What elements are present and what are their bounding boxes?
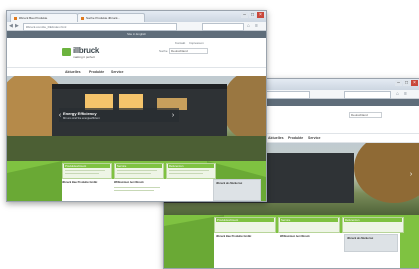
title-bar: illbruck Bau Produkte Suche Produkte ill… xyxy=(7,11,266,23)
logo-tagline: making it perfect xyxy=(73,55,96,59)
roof-line xyxy=(52,84,227,89)
hero-caption-subtitle: Mit uns sind Sie energieeffizient xyxy=(63,117,100,120)
teaser-box-title: Referenzen xyxy=(344,218,402,222)
header-link-kontakt[interactable]: Kontakt xyxy=(175,41,185,45)
info-box: illbruck als Marke bei xyxy=(213,179,261,201)
site-favicon-icon xyxy=(81,16,84,20)
teaser-box-3[interactable]: Referenzen xyxy=(342,217,404,233)
text-line xyxy=(117,173,151,174)
hero-image: Energy Efficiency Mit uns sind Sie energ… xyxy=(7,76,266,161)
menu-icon[interactable]: ≡ xyxy=(404,91,407,97)
teaser-box-3[interactable]: Referenzen xyxy=(166,163,216,179)
teaser-box-title: Referenzen xyxy=(168,164,214,168)
browser-window-front[interactable]: illbruck Bau Produkte Suche Produkte ill… xyxy=(6,10,267,202)
utility-bar: Site in English xyxy=(7,31,266,38)
text-line xyxy=(65,173,99,174)
teaser-box-title: Service xyxy=(116,164,162,168)
teaser-box-1[interactable]: Produktsortiment xyxy=(62,163,112,179)
autumn-tree xyxy=(222,76,266,141)
teaser-box-2[interactable]: Service xyxy=(114,163,164,179)
minimize-button[interactable]: – xyxy=(241,12,248,18)
lower-content: illbruck Bau Produkte GmbH Willkommen be… xyxy=(214,233,400,268)
maximize-button[interactable]: □ xyxy=(403,80,410,86)
lower-mid-title: Willkommen bei illbruck xyxy=(114,181,144,184)
lower-content: illbruck Bau Produkte GmbH Willkommen be… xyxy=(62,179,216,201)
lower-left-title: illbruck Bau Produkte GmbH xyxy=(62,181,98,184)
navigation-bar: ◀ ▶ illbruck.com/de_DE/index.html ⌂ ≡ xyxy=(7,22,266,31)
logo-mark-icon xyxy=(62,48,71,56)
country-select[interactable]: Deutschland xyxy=(169,48,208,54)
nav-item-service[interactable]: Service xyxy=(111,68,123,76)
hero-caption: Energy Efficiency Mit uns sind Sie energ… xyxy=(59,108,179,122)
menu-icon[interactable]: ≡ xyxy=(255,23,258,29)
teaser-box-title: Service xyxy=(280,218,338,222)
next-arrow-icon[interactable]: › xyxy=(170,111,176,120)
search-label: Suche xyxy=(159,49,168,53)
country-select[interactable]: Deutschland xyxy=(349,112,382,118)
prev-arrow-icon[interactable]: ‹ xyxy=(57,111,63,120)
tab-label: illbruck Bau Produkte xyxy=(19,16,48,20)
info-box: illbruck als Marke bei xyxy=(344,234,398,252)
home-icon[interactable]: ⌂ xyxy=(247,23,250,29)
lower-left-title: illbruck Bau Produkte GmbH xyxy=(216,235,252,238)
utility-bar-text[interactable]: Site in English xyxy=(7,31,266,38)
minimize-button[interactable]: – xyxy=(395,80,402,86)
next-arrow-icon[interactable]: › xyxy=(408,170,414,179)
teaser-box-title: Produktsortiment xyxy=(216,218,274,222)
tab-label: Suche Produkte illbruck... xyxy=(86,16,121,20)
text-line xyxy=(169,170,209,171)
web-page: Site in English illbruck making it perfe… xyxy=(7,31,266,201)
teaser-box-title: Produktsortiment xyxy=(64,164,110,168)
text-line xyxy=(169,173,203,174)
text-line xyxy=(114,190,154,191)
text-line xyxy=(65,170,105,171)
hero-caption-title: Energy Efficiency xyxy=(63,111,97,116)
nav-item-aktuelles[interactable]: Aktuelles xyxy=(65,68,81,76)
window-controls: – □ × xyxy=(241,12,264,18)
lawn xyxy=(7,136,266,161)
nav-item-produkte[interactable]: Produkte xyxy=(288,134,303,142)
logo-text: illbruck xyxy=(73,46,100,55)
text-line xyxy=(114,187,160,188)
forward-arrow-icon[interactable]: ▶ xyxy=(15,23,19,29)
close-button[interactable]: × xyxy=(411,80,418,86)
nav-item-produkte[interactable]: Produkte xyxy=(89,68,104,76)
info-box-title: illbruck als Marke bei xyxy=(347,237,374,240)
teaser-box-1[interactable]: Produktsortiment xyxy=(214,217,276,233)
nav-item-aktuelles[interactable]: Aktuelles xyxy=(268,134,284,142)
address-bar[interactable]: illbruck.com/de_DE/index.html xyxy=(23,23,177,31)
text-line xyxy=(117,170,157,171)
close-button[interactable]: × xyxy=(257,12,264,18)
site-header: illbruck making it perfect Kontakt Impre… xyxy=(7,38,266,67)
teaser-box-2[interactable]: Service xyxy=(278,217,340,233)
header-link-impressum[interactable]: Impressum xyxy=(189,41,204,45)
home-icon[interactable]: ⌂ xyxy=(396,91,399,97)
nav-item-service[interactable]: Service xyxy=(308,134,320,142)
lower-mid-title: Willkommen bei illbruck xyxy=(280,235,310,238)
info-box-title: illbruck als Marke bei xyxy=(216,182,243,185)
search-field[interactable] xyxy=(202,23,244,31)
back-arrow-icon[interactable]: ◀ xyxy=(9,23,13,29)
maximize-button[interactable]: □ xyxy=(249,12,256,18)
window-controls: – □ × xyxy=(395,80,418,86)
search-field[interactable] xyxy=(344,91,391,99)
site-favicon-icon xyxy=(14,16,17,20)
